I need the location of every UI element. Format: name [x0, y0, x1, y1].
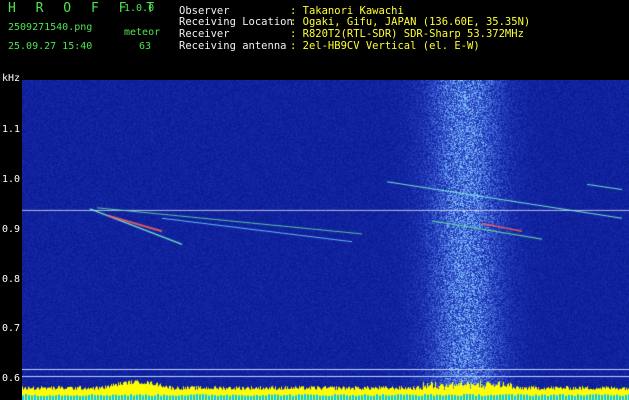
y-tick-label: 0.6	[2, 373, 21, 384]
file-name: 2509271540.png	[8, 22, 93, 33]
meteor-count: 63	[139, 41, 152, 52]
meteor-label: meteor	[124, 27, 161, 38]
app-version: 1.0.0	[124, 3, 155, 14]
location-label: Receiving Location	[179, 16, 293, 28]
timestamp: 25.09.27 15:40	[8, 41, 93, 52]
header-panel: H R O F F T 1.0.0 2509271540.png 25.09.2…	[0, 0, 629, 74]
y-tick-label: 0.7	[2, 323, 21, 334]
y-axis-unit: kHz	[2, 73, 21, 84]
receiver-value: : R820T2(RTL-SDR) SDR-Sharp 53.372MHz	[290, 28, 524, 40]
y-tick-label: 0.9	[2, 224, 21, 235]
y-tick-label: 1.1	[2, 124, 21, 135]
antenna-label: Receiving antenna	[179, 40, 287, 52]
location-value: : Ogaki, Gifu, JAPAN (136.60E, 35.35N)	[290, 16, 531, 28]
waterfall-spectrogram	[22, 80, 629, 400]
y-tick-label: 1.0	[2, 174, 21, 185]
y-tick-label: 0.8	[2, 274, 21, 285]
antenna-value: : 2el-HB9CV Vertical (el. E-W)	[290, 40, 480, 52]
receiver-label: Receiver	[179, 28, 230, 40]
